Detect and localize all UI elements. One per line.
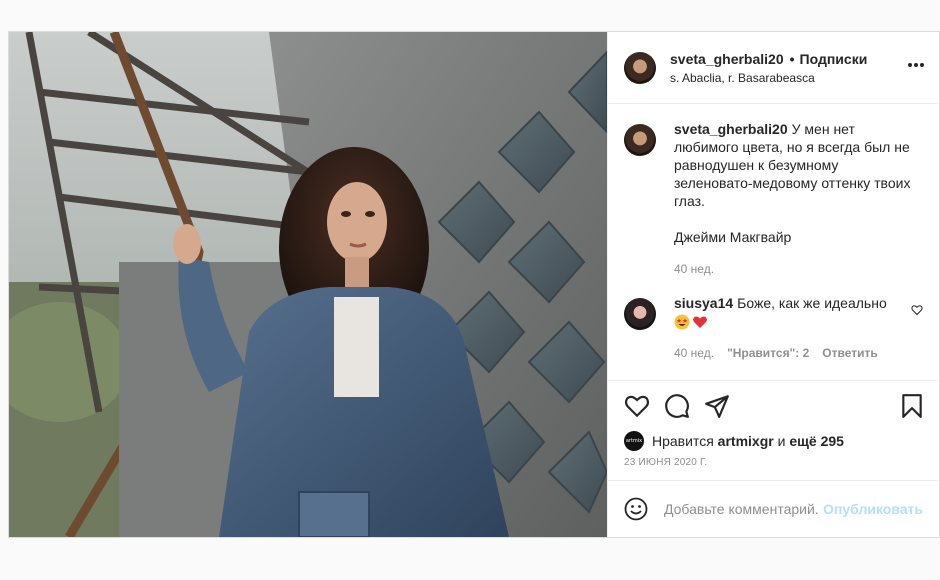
author-line: sveta_gherbali20 • Подписки	[670, 51, 867, 67]
comment-time[interactable]: 40 нед.	[674, 344, 714, 362]
comment-meta: 40 нед. "Нравится": 2 Ответить	[674, 344, 920, 362]
comment-icon[interactable]	[664, 393, 690, 419]
comments-list[interactable]: sveta_gherbali20 У мен нет любимого цвета…	[608, 104, 939, 381]
comment-input[interactable]	[664, 501, 820, 517]
liker-avatar[interactable]: artmix	[624, 431, 644, 451]
bookmark-icon[interactable]	[899, 393, 925, 419]
reply-button[interactable]: Ответить	[822, 344, 877, 362]
photo-illustration	[9, 32, 607, 537]
add-comment-bar: Опубликовать	[608, 481, 939, 537]
post-sidebar: sveta_gherbali20 • Подписки s. Abaclia, …	[607, 32, 939, 537]
star-struck-emoji	[674, 314, 690, 330]
comment-username[interactable]: siusya14	[674, 295, 733, 311]
author-avatar[interactable]	[624, 51, 656, 84]
post-card: sveta_gherbali20 • Подписки s. Abaclia, …	[8, 31, 940, 538]
caption-avatar[interactable]	[624, 124, 656, 156]
heart-icon[interactable]	[624, 393, 650, 419]
share-icon[interactable]	[704, 393, 730, 419]
separator-dot: •	[789, 50, 795, 67]
caption-signature: Джейми Макгвайр	[674, 229, 792, 245]
comment-item: siusya14 Боже, как же идеально 40 нед. "…	[624, 294, 923, 362]
comment-likes[interactable]: "Нравится": 2	[727, 344, 809, 362]
likes-count-button[interactable]: ещё 295	[789, 433, 844, 449]
publish-button[interactable]: Опубликовать	[823, 501, 923, 517]
liker-username[interactable]: artmixgr	[718, 433, 774, 449]
caption-body: sveta_gherbali20 У мен нет любимого цвета…	[674, 120, 920, 278]
caption-comment: sveta_gherbali20 У мен нет любимого цвета…	[624, 120, 923, 278]
author-info: sveta_gherbali20 • Подписки s. Abaclia, …	[670, 51, 867, 85]
author-username[interactable]: sveta_gherbali20	[670, 51, 784, 67]
commenter-avatar[interactable]	[624, 298, 656, 330]
post-location[interactable]: s. Abaclia, r. Basarabeasca	[670, 71, 867, 85]
likes-and: и	[777, 433, 786, 449]
action-bar	[608, 381, 939, 431]
comment-emojis	[674, 314, 920, 330]
caption-time[interactable]: 40 нед.	[674, 260, 714, 278]
post-date[interactable]: 23 ИЮНЯ 2020 Г.	[608, 457, 939, 481]
likes-summary: artmix Нравится artmixgr и ещё 295	[608, 431, 939, 451]
emoji-icon[interactable]	[624, 497, 648, 521]
post-photo[interactable]	[9, 32, 607, 537]
likes-prefix: Нравится	[652, 433, 714, 449]
more-icon[interactable]	[907, 62, 925, 68]
comment-text: Боже, как же идеально	[737, 295, 887, 311]
following-button[interactable]: Подписки	[800, 51, 868, 67]
comment-body: siusya14 Боже, как же идеально 40 нед. "…	[674, 294, 920, 362]
red-heart-emoji	[693, 316, 707, 328]
caption-meta: 40 нед.	[674, 260, 920, 278]
small-heart-icon[interactable]	[911, 304, 923, 316]
caption-username[interactable]: sveta_gherbali20	[674, 121, 788, 137]
post-header: sveta_gherbali20 • Подписки s. Abaclia, …	[608, 32, 939, 104]
